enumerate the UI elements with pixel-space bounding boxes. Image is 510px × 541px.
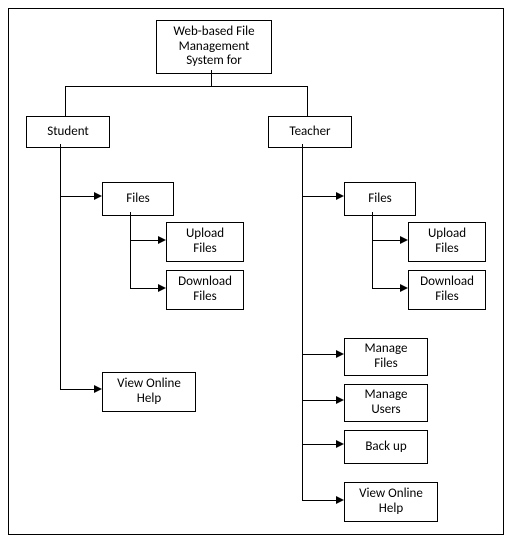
arrow-icon (336, 396, 344, 404)
arrow-icon (158, 236, 166, 244)
connector (60, 144, 61, 389)
node-root: Web-based FileManagementSystem for (156, 20, 272, 74)
connector (307, 86, 308, 116)
student-label: Student (47, 125, 89, 140)
connector (60, 196, 94, 197)
connector (302, 500, 336, 501)
connector (302, 144, 303, 500)
arrow-icon (94, 192, 102, 200)
node-teacher-files: Files (344, 182, 416, 216)
node-teacher-backup: Back up (344, 430, 428, 464)
student-upload-label: UploadFiles (186, 227, 224, 257)
teacher-upload-label: UploadFiles (428, 227, 466, 257)
student-files-label: Files (126, 192, 150, 207)
connector (302, 444, 336, 445)
node-teacher-help: View OnlineHelp (344, 482, 438, 522)
node-teacher-upload: UploadFiles (408, 222, 486, 262)
connector (130, 212, 131, 288)
node-teacher: Teacher (268, 116, 352, 148)
teacher-download-label: DownloadFiles (420, 275, 474, 305)
node-teacher-manage-users: ManageUsers (344, 384, 428, 422)
teacher-help-label: View OnlineHelp (359, 487, 423, 517)
arrow-icon (400, 284, 408, 292)
teacher-manage-users-label: ManageUsers (365, 388, 408, 418)
connector (302, 196, 336, 197)
arrow-icon (158, 284, 166, 292)
connector (130, 288, 158, 289)
arrow-icon (94, 385, 102, 393)
node-student-download: DownloadFiles (166, 270, 244, 310)
arrow-icon (400, 236, 408, 244)
root-label: Web-based FileManagementSystem for (173, 25, 254, 70)
student-download-label: DownloadFiles (178, 275, 232, 305)
node-student-upload: UploadFiles (166, 222, 244, 262)
connector (65, 86, 308, 87)
connector (372, 288, 400, 289)
node-student-help: View OnlineHelp (102, 372, 196, 412)
node-teacher-download: DownloadFiles (408, 270, 486, 310)
arrow-icon (336, 350, 344, 358)
connector (302, 354, 336, 355)
connector (65, 86, 66, 116)
teacher-files-label: Files (368, 192, 392, 207)
connector (372, 212, 373, 288)
teacher-manage-files-label: ManageFiles (365, 342, 408, 372)
connector (130, 240, 158, 241)
connector (302, 400, 336, 401)
teacher-label: Teacher (289, 125, 330, 140)
connector (60, 389, 94, 390)
node-student-files: Files (102, 182, 174, 216)
connector (211, 70, 212, 86)
arrow-icon (336, 440, 344, 448)
connector (372, 240, 400, 241)
arrow-icon (336, 192, 344, 200)
node-teacher-manage-files: ManageFiles (344, 338, 428, 376)
node-student: Student (26, 116, 110, 148)
student-help-label: View OnlineHelp (117, 377, 181, 407)
teacher-backup-label: Back up (365, 440, 406, 455)
arrow-icon (336, 496, 344, 504)
